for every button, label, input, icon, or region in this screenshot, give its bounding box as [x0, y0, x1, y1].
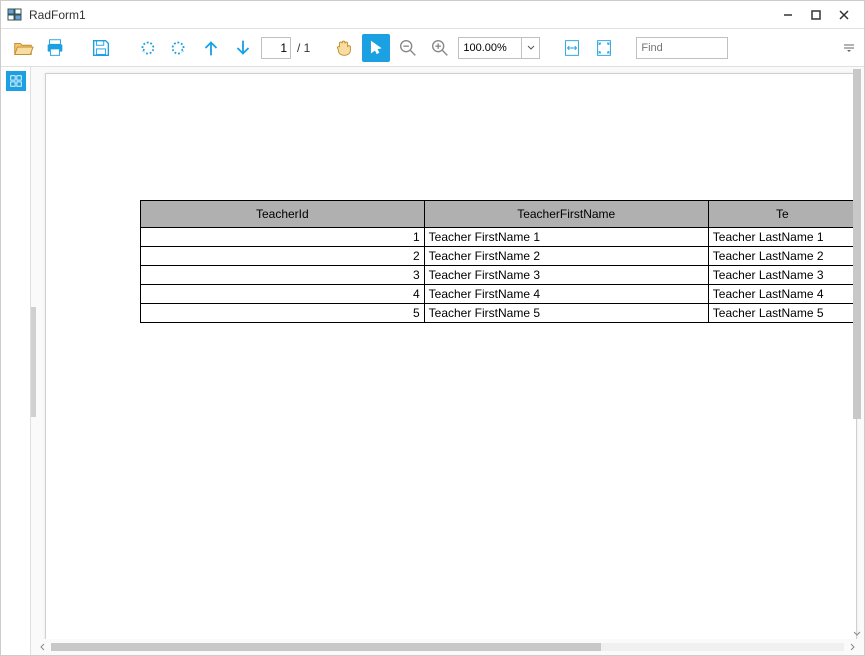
vertical-scrollbar[interactable] [850, 69, 864, 639]
cell-lastname: Teacher LastName 4 [708, 285, 856, 304]
zoom-out-button[interactable] [394, 34, 422, 62]
chevron-down-icon [521, 38, 539, 58]
table-row: 2Teacher FirstName 2Teacher LastName 2 [141, 247, 857, 266]
thumbnail-rail [1, 67, 31, 655]
horizontal-scrollbar[interactable] [31, 639, 864, 655]
thumbnails-toggle-button[interactable] [6, 71, 26, 91]
redo-button[interactable] [165, 34, 193, 62]
prev-page-button[interactable] [197, 34, 225, 62]
cell-id: 4 [141, 285, 425, 304]
table-row: 4Teacher FirstName 4Teacher LastName 4 [141, 285, 857, 304]
col-header-firstname: TeacherFirstName [424, 201, 708, 228]
window-title: RadForm1 [29, 8, 774, 22]
minimize-button[interactable] [774, 5, 802, 25]
cell-lastname: Teacher LastName 1 [708, 228, 856, 247]
table-header-row: TeacherId TeacherFirstName Te [141, 201, 857, 228]
open-button[interactable] [9, 34, 37, 62]
fit-page-button[interactable] [590, 34, 618, 62]
cell-firstname: Teacher FirstName 4 [424, 285, 708, 304]
undo-button[interactable] [133, 34, 161, 62]
report-page: TeacherId TeacherFirstName Te 1Teacher F… [45, 73, 857, 639]
scroll-down-icon[interactable] [850, 627, 864, 639]
overflow-menu-button[interactable] [844, 44, 856, 52]
pan-tool-button[interactable] [330, 34, 358, 62]
scroll-right-icon[interactable] [846, 640, 860, 654]
table-row: 1Teacher FirstName 1Teacher LastName 1 [141, 228, 857, 247]
cell-firstname: Teacher FirstName 1 [424, 228, 708, 247]
print-button[interactable] [41, 34, 69, 62]
fit-width-button[interactable] [558, 34, 586, 62]
cell-id: 1 [141, 228, 425, 247]
cell-lastname: Teacher LastName 3 [708, 266, 856, 285]
cell-lastname: Teacher LastName 5 [708, 304, 856, 323]
app-window: RadForm1 / 1 [0, 0, 865, 656]
cell-firstname: Teacher FirstName 3 [424, 266, 708, 285]
table-row: 5Teacher FirstName 5Teacher LastName 5 [141, 304, 857, 323]
next-page-button[interactable] [229, 34, 257, 62]
app-icon [7, 7, 23, 23]
save-button[interactable] [87, 34, 115, 62]
find-input[interactable] [636, 37, 728, 59]
left-scroll-hint [31, 307, 36, 417]
viewer: TeacherId TeacherFirstName Te 1Teacher F… [31, 67, 864, 655]
cell-firstname: Teacher FirstName 2 [424, 247, 708, 266]
close-button[interactable] [830, 5, 858, 25]
titlebar: RadForm1 [1, 1, 864, 29]
cell-id: 2 [141, 247, 425, 266]
col-header-lastname: Te [708, 201, 856, 228]
page-number-input[interactable] [261, 37, 291, 59]
scroll-left-icon[interactable] [35, 640, 49, 654]
page-total-label: / 1 [295, 41, 312, 55]
zoom-in-button[interactable] [426, 34, 454, 62]
cell-lastname: Teacher LastName 2 [708, 247, 856, 266]
cell-firstname: Teacher FirstName 5 [424, 304, 708, 323]
cell-id: 3 [141, 266, 425, 285]
select-tool-button[interactable] [362, 34, 390, 62]
report-table: TeacherId TeacherFirstName Te 1Teacher F… [140, 200, 856, 323]
cell-id: 5 [141, 304, 425, 323]
toolbar: / 1 100.00% [1, 29, 864, 67]
zoom-level-select[interactable]: 100.00% [458, 37, 540, 59]
col-header-id: TeacherId [141, 201, 425, 228]
table-row: 3Teacher FirstName 3Teacher LastName 3 [141, 266, 857, 285]
zoom-level-value: 100.00% [459, 42, 521, 54]
maximize-button[interactable] [802, 5, 830, 25]
canvas[interactable]: TeacherId TeacherFirstName Te 1Teacher F… [31, 67, 864, 639]
